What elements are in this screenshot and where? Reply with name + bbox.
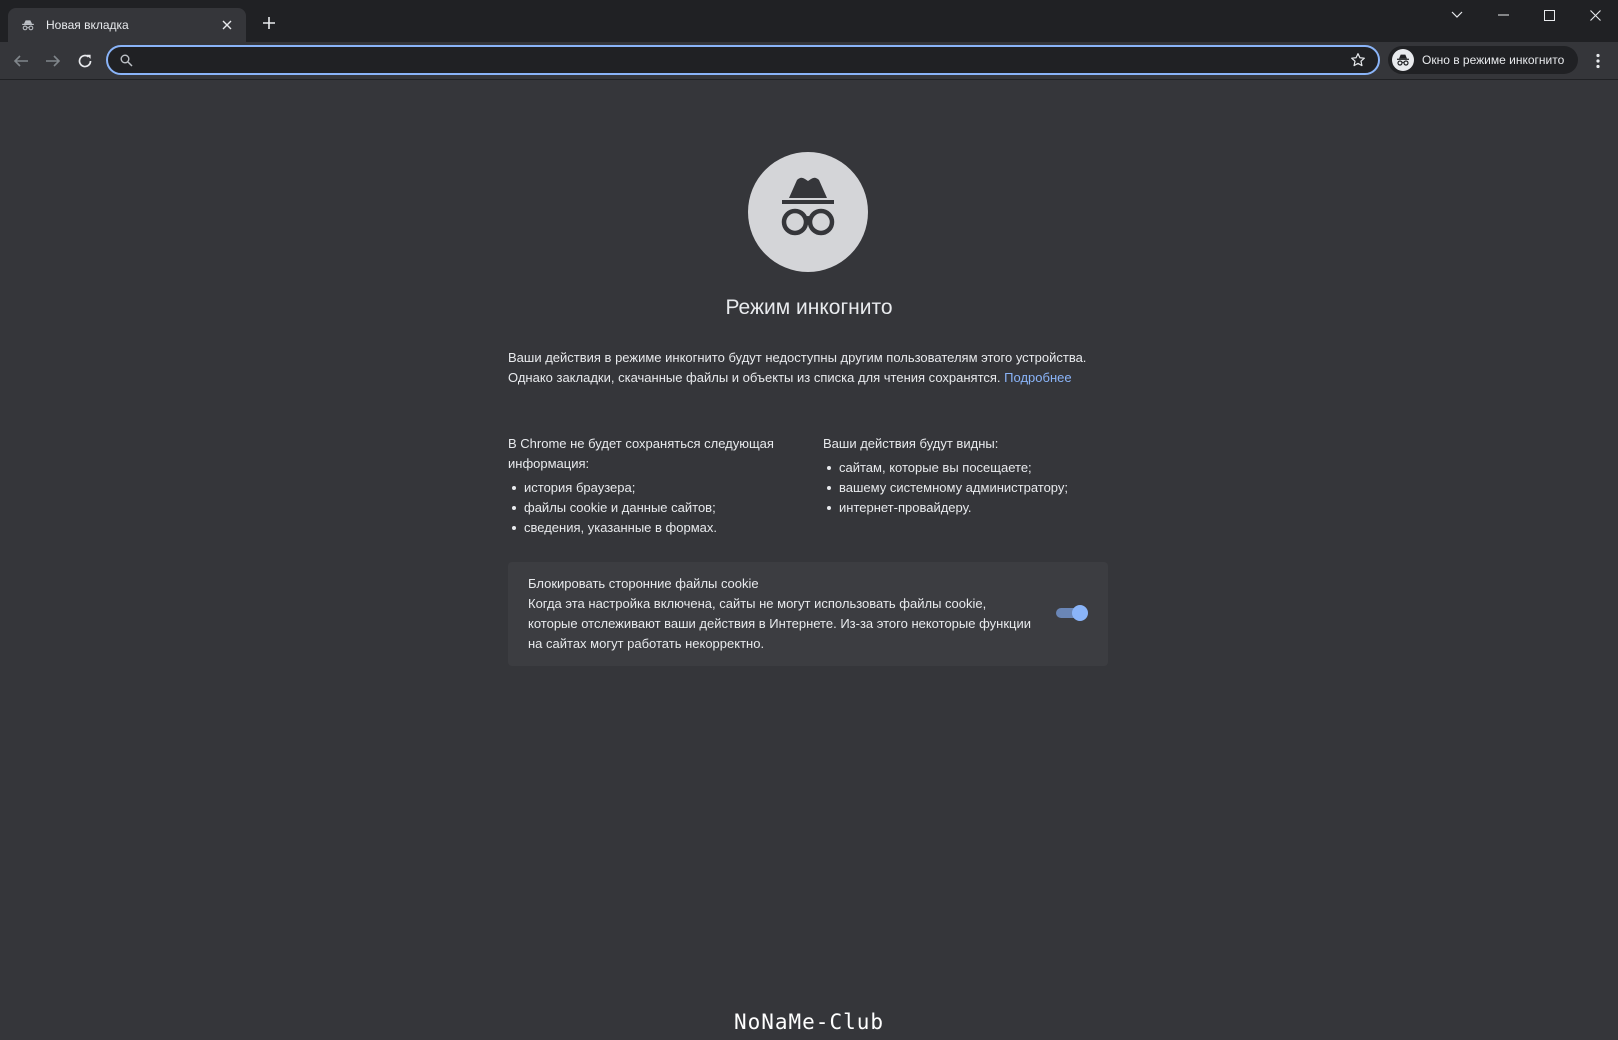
- incognito-profile-chip[interactable]: Окно в режиме инкогнито: [1388, 46, 1578, 74]
- incognito-spy-icon: [748, 152, 868, 272]
- cookie-card-description: Когда эта настройка включена, сайты не м…: [528, 596, 1031, 651]
- back-arrow-icon[interactable]: [8, 48, 34, 74]
- maximize-icon[interactable]: [1526, 0, 1572, 30]
- tab-title: Новая вкладка: [46, 18, 129, 32]
- forward-arrow-icon[interactable]: [40, 48, 66, 74]
- tab-close-icon[interactable]: [218, 16, 236, 34]
- list-item: сведения, указанные в формах.: [508, 518, 808, 538]
- list-item: история браузера;: [508, 478, 808, 498]
- list-item: файлы cookie и данные сайтов;: [508, 498, 808, 518]
- incognito-icon: [20, 17, 36, 33]
- list-item: вашему системному администратору;: [823, 478, 1123, 498]
- tab-search-icon[interactable]: [1434, 0, 1480, 30]
- incognito-new-tab-page: Режим инкогнито Ваши действия в режиме и…: [0, 80, 1618, 1040]
- tab-new-tab[interactable]: Новая вкладка: [8, 8, 246, 42]
- not-saved-heading: В Chrome не будет сохраняться следующая …: [508, 436, 774, 471]
- incognito-avatar-icon: [1392, 49, 1414, 71]
- window-controls: [1434, 0, 1618, 32]
- list-item: интернет-провайдеру.: [823, 498, 1123, 518]
- visible-to-list: сайтам, которые вы посещаете; вашему сис…: [823, 458, 1123, 518]
- not-saved-section: В Chrome не будет сохраняться следующая …: [508, 434, 808, 538]
- close-icon[interactable]: [1572, 0, 1618, 30]
- watermark: NoNaMe-Club: [733, 1010, 885, 1034]
- tab-strip: Новая вкладка: [0, 0, 1618, 42]
- intro-text: Ваши действия в режиме инкогнито будут н…: [508, 350, 1087, 385]
- profile-chip-label: Окно в режиме инкогнито: [1422, 53, 1565, 67]
- block-cookies-toggle[interactable]: [1054, 605, 1088, 621]
- toolbar: Окно в режиме инкогнито: [0, 42, 1618, 80]
- bookmark-star-icon[interactable]: [1348, 50, 1368, 70]
- not-saved-list: история браузера; файлы cookie и данные …: [508, 478, 808, 538]
- address-bar[interactable]: [106, 45, 1380, 75]
- search-icon: [118, 52, 134, 68]
- learn-more-link[interactable]: Подробнее: [1004, 370, 1071, 385]
- list-item: сайтам, которые вы посещаете;: [823, 458, 1123, 478]
- intro-paragraph: Ваши действия в режиме инкогнито будут н…: [508, 348, 1098, 388]
- reload-icon[interactable]: [72, 48, 98, 74]
- new-tab-plus-icon[interactable]: [258, 12, 280, 34]
- kebab-menu-icon[interactable]: [1586, 48, 1610, 74]
- third-party-cookie-card: Блокировать сторонние файлы cookie Когда…: [508, 562, 1108, 666]
- visible-to-heading: Ваши действия будут видны:: [823, 436, 999, 451]
- minimize-icon[interactable]: [1480, 0, 1526, 30]
- page-title: Режим инкогнито: [725, 296, 893, 319]
- cookie-card-title: Блокировать сторонние файлы cookie: [528, 576, 759, 591]
- omnibox-input[interactable]: [142, 52, 1348, 68]
- toggle-knob: [1072, 605, 1088, 621]
- visible-to-section: Ваши действия будут видны: сайтам, котор…: [823, 434, 1123, 518]
